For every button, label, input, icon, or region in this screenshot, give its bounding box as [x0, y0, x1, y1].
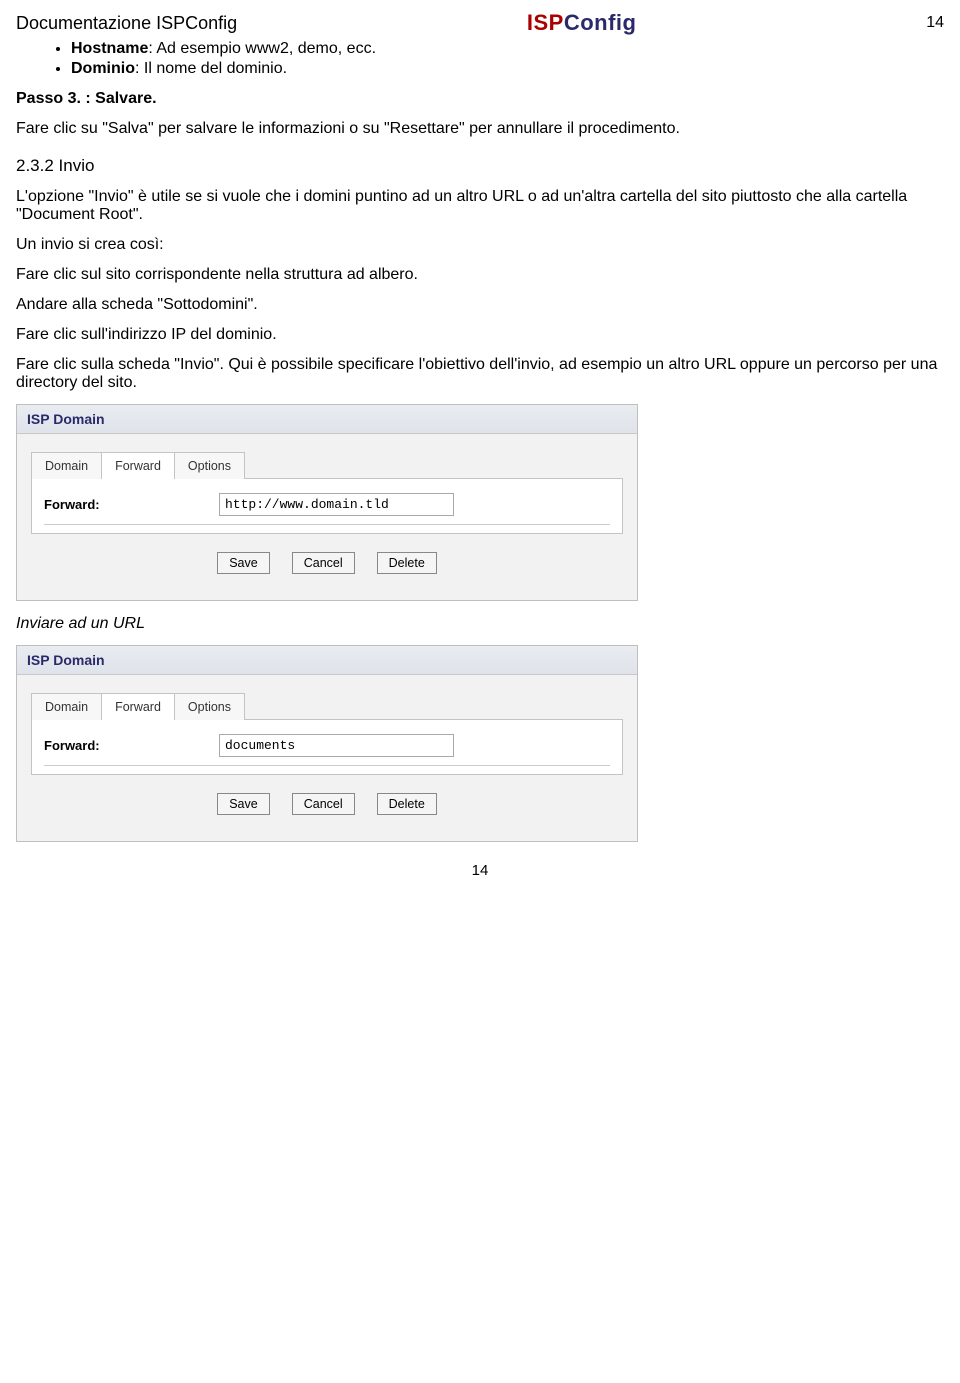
- panel-title: ISP Domain: [17, 405, 637, 434]
- step3-text: Fare clic su "Salva" per salvare le info…: [16, 120, 944, 138]
- ispconfig-logo: ISPConfig: [527, 10, 637, 36]
- tab-forward[interactable]: Forward: [101, 693, 175, 720]
- panel-title: ISP Domain: [17, 646, 637, 675]
- screenshot-forward-dir: ISP Domain Domain Forward Options Forwar…: [16, 645, 944, 842]
- tab-domain[interactable]: Domain: [31, 452, 102, 479]
- section-232-p4: Andare alla scheda "Sottodomini".: [16, 296, 944, 314]
- section-232-p3: Fare clic sul sito corrispondente nella …: [16, 266, 944, 284]
- dominio-text: : Il nome del dominio.: [135, 60, 287, 77]
- delete-button[interactable]: Delete: [377, 793, 437, 815]
- forward-input[interactable]: [219, 734, 454, 757]
- page-number-bottom: 14: [16, 862, 944, 879]
- section-232-p2: Un invio si crea così:: [16, 236, 944, 254]
- list-item: Hostname: Ad esempio www2, demo, ecc.: [71, 40, 944, 58]
- tab-bar: Domain Forward Options: [31, 693, 623, 720]
- logo-config: Config: [564, 10, 637, 35]
- section-232-p5: Fare clic sull'indirizzo IP del dominio.: [16, 326, 944, 344]
- hostname-text: : Ad esempio www2, demo, ecc.: [148, 40, 376, 57]
- tab-domain[interactable]: Domain: [31, 693, 102, 720]
- divider: [44, 765, 610, 766]
- dominio-label: Dominio: [71, 60, 135, 77]
- cancel-button[interactable]: Cancel: [292, 793, 355, 815]
- delete-button[interactable]: Delete: [377, 552, 437, 574]
- section-232-p6: Fare clic sulla scheda "Invio". Qui è po…: [16, 356, 944, 392]
- forward-label: Forward:: [44, 738, 219, 753]
- caption-inviare-url: Inviare ad un URL: [16, 615, 944, 633]
- forward-label: Forward:: [44, 497, 219, 512]
- doc-title: Documentazione ISPConfig: [16, 13, 237, 34]
- section-232-heading: 2.3.2 Invio: [16, 156, 944, 176]
- tab-bar: Domain Forward Options: [31, 452, 623, 479]
- cancel-button[interactable]: Cancel: [292, 552, 355, 574]
- logo-isp: ISP: [527, 10, 564, 35]
- tab-options[interactable]: Options: [174, 452, 245, 479]
- list-item: Dominio: Il nome del dominio.: [71, 60, 944, 78]
- screenshot-forward-url: ISP Domain Domain Forward Options Forwar…: [16, 404, 944, 601]
- hostname-label: Hostname: [71, 40, 148, 57]
- forward-input[interactable]: [219, 493, 454, 516]
- divider: [44, 524, 610, 525]
- save-button[interactable]: Save: [217, 552, 270, 574]
- tab-forward[interactable]: Forward: [101, 452, 175, 479]
- tab-options[interactable]: Options: [174, 693, 245, 720]
- step3-title: Passo 3. : Salvare.: [16, 90, 944, 108]
- page-number-top: 14: [926, 14, 944, 32]
- section-232-p1: L'opzione "Invio" è utile se si vuole ch…: [16, 188, 944, 224]
- save-button[interactable]: Save: [217, 793, 270, 815]
- intro-bullets: Hostname: Ad esempio www2, demo, ecc. Do…: [16, 40, 944, 78]
